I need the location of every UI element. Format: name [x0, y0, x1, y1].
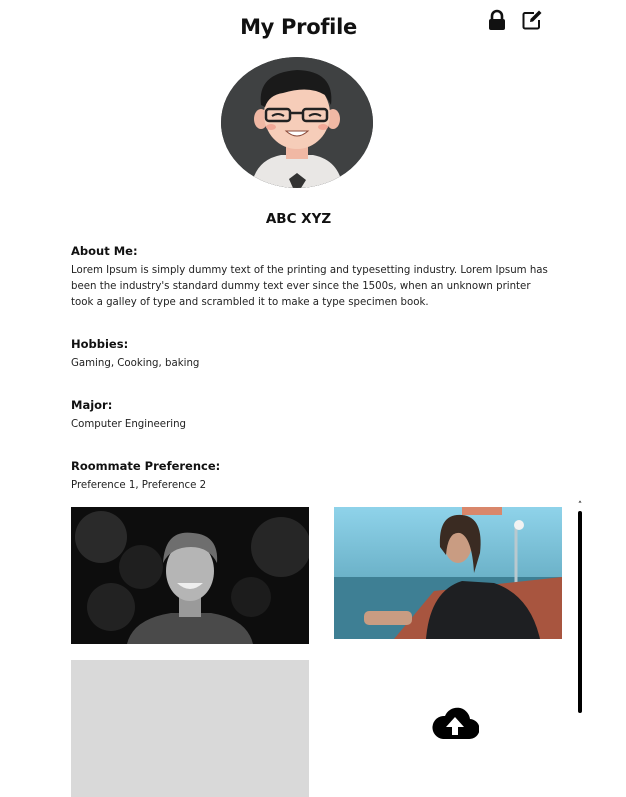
preference-section: Roommate Preference: Preference 1, Prefe… [71, 459, 551, 494]
edit-icon[interactable] [521, 9, 543, 31]
scrollbar[interactable]: ˄ [575, 502, 585, 714]
gallery-photo[interactable] [71, 507, 309, 644]
preference-label: Roommate Preference: [71, 459, 221, 473]
about-label: About Me: [71, 244, 138, 258]
about-text: Lorem Ipsum is simply dummy text of the … [71, 265, 548, 308]
lock-icon[interactable] [486, 9, 508, 31]
scroll-up-icon[interactable]: ˄ [575, 502, 585, 511]
major-text: Computer Engineering [71, 419, 187, 430]
scroll-thumb[interactable] [578, 511, 582, 713]
major-label: Major: [71, 398, 113, 412]
avatar [221, 57, 373, 188]
cloud-upload-icon[interactable] [431, 707, 480, 740]
preference-text: Preference 1, Preference 2 [71, 480, 207, 491]
photo-placeholder[interactable] [71, 660, 309, 797]
profile-name: ABC XYZ [265, 211, 332, 227]
major-section: Major: Computer Engineering [71, 398, 551, 433]
hobbies-label: Hobbies: [71, 337, 129, 351]
gallery-photo[interactable] [334, 507, 562, 639]
about-section: About Me: Lorem Ipsum is simply dummy te… [71, 244, 551, 311]
hobbies-text: Gaming, Cooking, baking [71, 358, 200, 369]
hobbies-section: Hobbies: Gaming, Cooking, baking [71, 337, 551, 372]
